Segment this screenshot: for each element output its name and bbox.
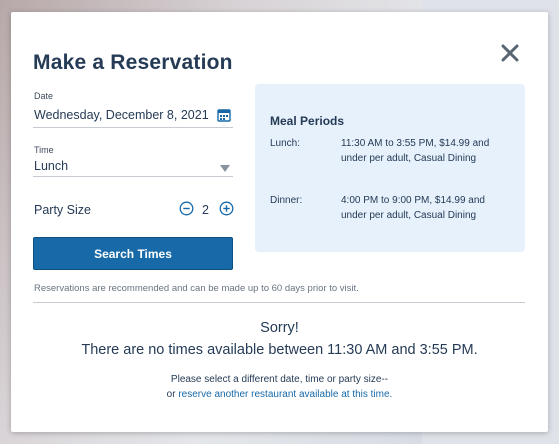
meal-period-label: Lunch: (270, 138, 301, 149)
reserve-another-link[interactable]: reserve another restaurant available at … (178, 389, 392, 400)
calendar-icon[interactable] (217, 108, 231, 122)
hint-link-line: or reserve another restaurant available … (11, 389, 548, 400)
close-icon[interactable] (499, 42, 521, 64)
modal-title: Make a Reservation (33, 51, 233, 74)
divider (33, 302, 525, 303)
party-size-label: Party Size (34, 203, 91, 217)
meal-period-detail: 4:00 PM to 9:00 PM, $14.99 and under per… (341, 195, 485, 221)
time-underline (33, 176, 233, 177)
search-times-button[interactable]: Search Times (33, 237, 233, 270)
reservation-modal: Make a Reservation Date Wednesday, Decem… (11, 12, 548, 432)
meal-periods-title: Meal Periods (270, 114, 345, 128)
meal-periods-panel: Meal Periods Lunch: 11:30 AM to 3:55 PM,… (255, 84, 525, 252)
meal-period-detail: 11:30 AM to 3:55 PM, $14.99 and under pe… (341, 138, 490, 164)
increment-button[interactable] (219, 201, 234, 216)
time-label: Time (34, 145, 54, 155)
hint-text: Please select a different date, time or … (170, 374, 389, 385)
no-times-message: There are no times available between 11:… (81, 342, 478, 358)
date-field[interactable]: Wednesday, December 8, 2021 (34, 108, 209, 122)
date-label: Date (34, 91, 54, 101)
meal-period-label: Dinner: (270, 195, 303, 206)
time-select[interactable]: Lunch (34, 159, 68, 173)
decrement-button[interactable] (179, 201, 194, 216)
chevron-down-icon[interactable] (220, 160, 230, 172)
party-size-value: 2 (202, 203, 209, 217)
date-underline (33, 127, 233, 128)
sorry-heading: Sorry! (260, 320, 299, 336)
reservation-note: Reservations are recommended and can be … (34, 283, 359, 294)
hint-prefix: or (166, 389, 179, 400)
